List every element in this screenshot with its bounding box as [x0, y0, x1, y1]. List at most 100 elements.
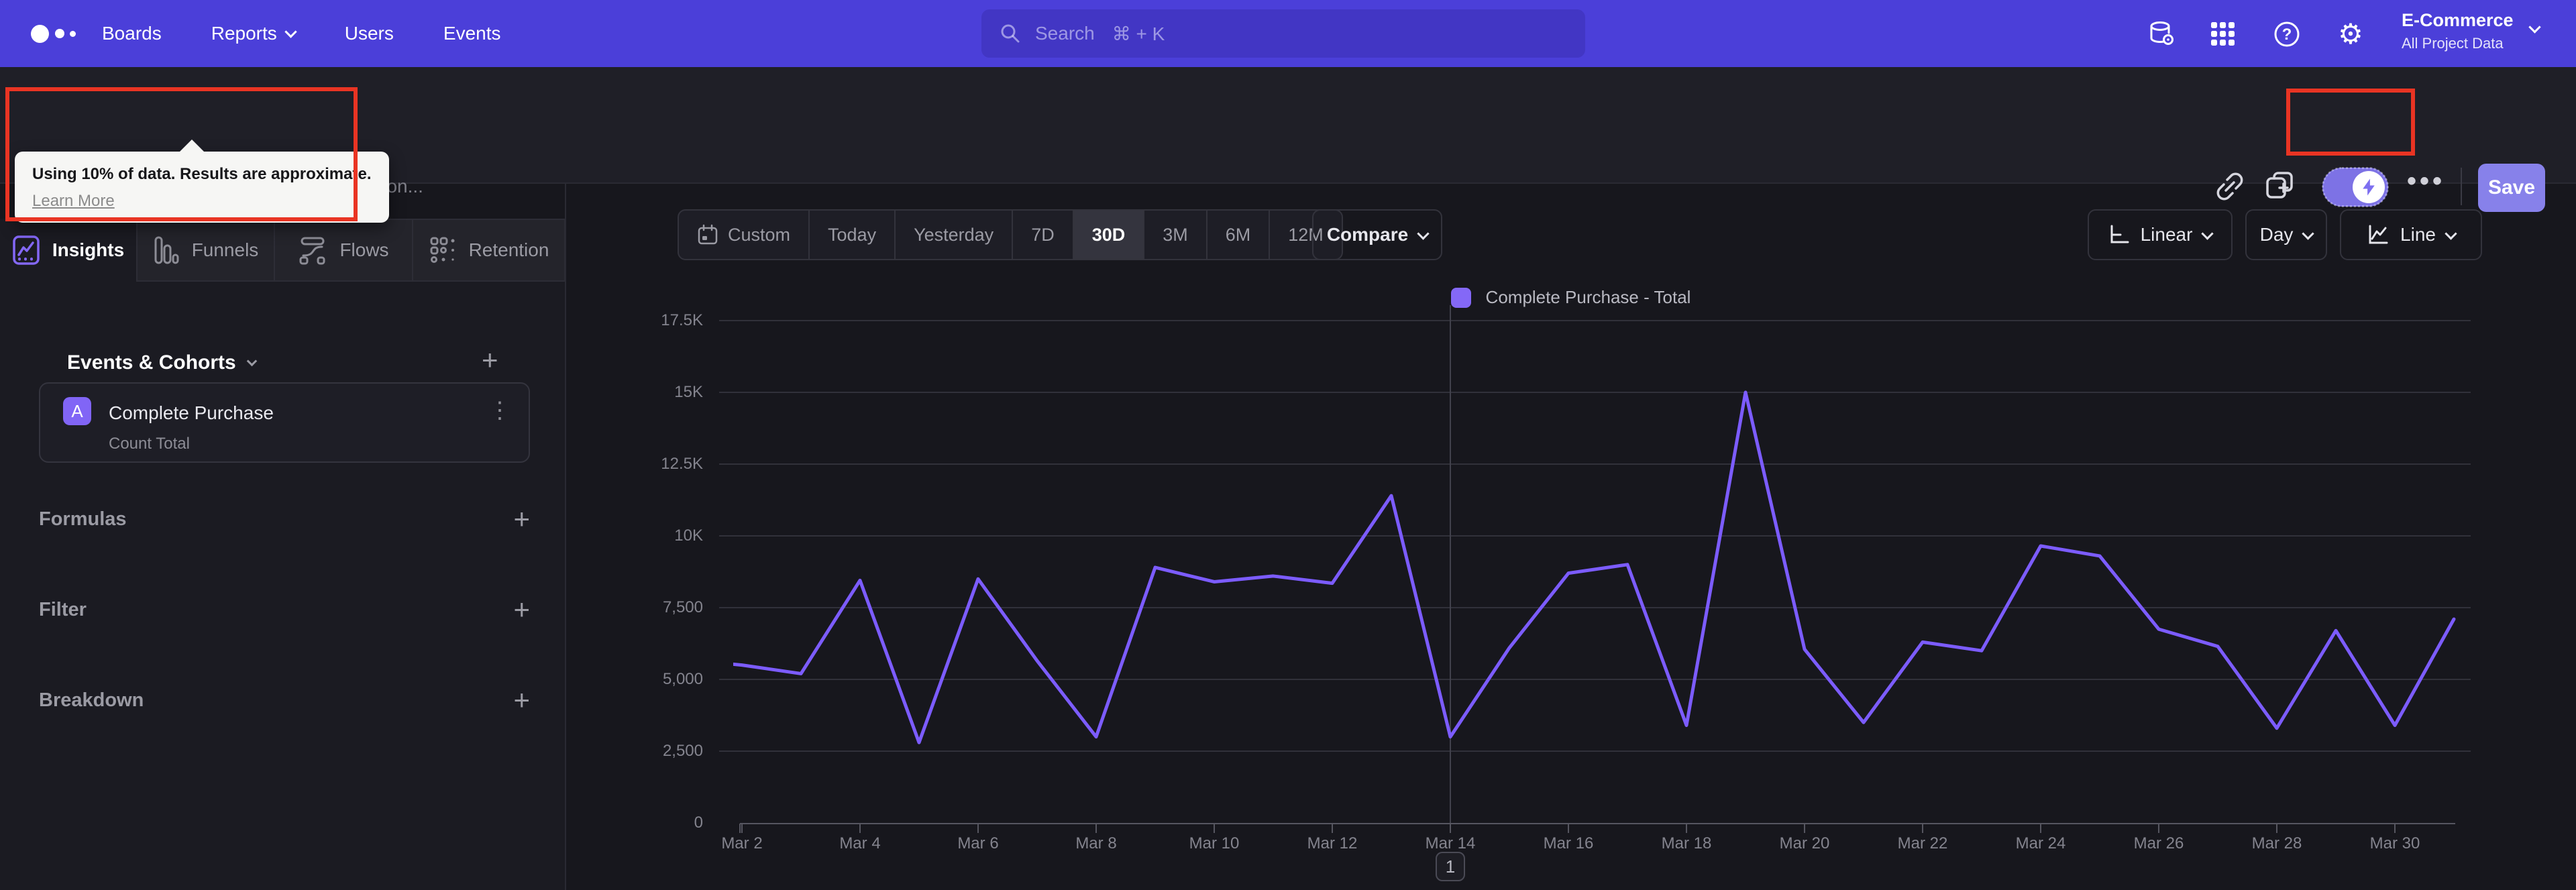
range-7d[interactable]: 7D	[1013, 211, 1074, 259]
settings-button[interactable]: ⚙	[2334, 18, 2367, 50]
range-label: Yesterday	[914, 224, 994, 245]
section-label: Formulas	[39, 508, 127, 530]
y-tick-label: 12.5K	[661, 455, 703, 473]
svg-text:?: ?	[2282, 25, 2292, 44]
range-3m[interactable]: 3M	[1144, 211, 1208, 259]
y-tick-label: 0	[694, 814, 703, 832]
learn-more-link[interactable]: Learn More	[32, 192, 115, 211]
chevron-down-icon	[2201, 227, 2214, 240]
copy-link-button[interactable]	[2212, 168, 2247, 205]
range-30d[interactable]: 30D	[1073, 211, 1145, 259]
x-tick-label: Mar 28	[2251, 834, 2302, 852]
add-formulas-button[interactable]: +	[513, 505, 530, 533]
x-tick-label: Mar 10	[1189, 834, 1240, 852]
legend-swatch	[1450, 287, 1471, 308]
events-cohorts-label: Events & Cohorts	[67, 351, 236, 374]
section-label: Breakdown	[39, 689, 144, 711]
range-6m[interactable]: 6M	[1208, 211, 1271, 259]
y-tick-label: 2,500	[662, 742, 703, 760]
add-event-button[interactable]: +	[482, 346, 498, 374]
chart-type-select[interactable]: Line	[2340, 209, 2482, 260]
range-label: 6M	[1225, 224, 1251, 245]
divider	[2461, 168, 2462, 205]
legend-item[interactable]: Complete Purchase - Total	[566, 287, 2576, 308]
search-placeholder: Search	[1035, 23, 1095, 44]
events-cohorts-header[interactable]: Events & Cohorts	[67, 351, 257, 374]
search-shortcut: ⌘ + K	[1112, 23, 1165, 44]
range-today[interactable]: Today	[810, 211, 896, 259]
chevron-down-icon	[2528, 21, 2541, 34]
add-filter-button[interactable]: +	[513, 596, 530, 624]
date-range-control: Custom Today Yesterday 7D 30D 3M 6M 12M	[678, 209, 1343, 260]
top-nav: Boards Reports Users Events Search ⌘ + K	[0, 0, 2576, 67]
save-button[interactable]: Save	[2478, 164, 2545, 212]
retention-icon	[429, 235, 457, 265]
search-input[interactable]: Search ⌘ + K	[981, 9, 1585, 58]
search-icon	[1001, 24, 1020, 43]
nav-item-label: Events	[443, 23, 501, 44]
annotation-badge[interactable]: 1	[1436, 852, 1465, 881]
help-button[interactable]: ?	[2271, 18, 2303, 50]
tooltip-text: Using 10% of data. Results are approxima…	[32, 165, 372, 183]
query-builder: Events & Cohorts + A Complete Purchase ⋮…	[0, 282, 566, 890]
x-axis	[739, 823, 2455, 833]
x-tick-label: Mar 6	[957, 834, 999, 852]
tab-retention[interactable]: Retention	[413, 219, 566, 282]
tab-label: Retention	[468, 239, 549, 260]
x-tick-label: Mar 24	[2015, 834, 2066, 852]
mixpanel-logo[interactable]	[31, 20, 105, 47]
sampling-toggle[interactable]	[2322, 167, 2389, 207]
section-label: Filter	[39, 598, 87, 620]
logo-dot-icon	[70, 31, 76, 37]
nav-item-reports[interactable]: Reports	[211, 23, 297, 44]
x-tick-label: Mar 2	[721, 834, 763, 852]
event-title: Complete Purchase	[109, 402, 274, 423]
scale-label: Linear	[2140, 224, 2193, 245]
nav-item-events[interactable]: Events	[443, 23, 501, 44]
event-card[interactable]: A Complete Purchase ⋮ Count Total	[39, 382, 530, 463]
nav-item-users[interactable]: Users	[345, 23, 394, 44]
section-breakdown: Breakdown +	[39, 684, 530, 716]
x-tick-label: Mar 8	[1075, 834, 1117, 852]
flows-icon	[298, 235, 327, 265]
nav-item-boards[interactable]: Boards	[102, 23, 162, 44]
insights-icon	[12, 235, 40, 266]
project-name: E-Commerce	[2402, 10, 2514, 30]
scale-select[interactable]: Linear	[2088, 209, 2233, 260]
interval-select[interactable]: Day	[2245, 209, 2327, 260]
range-custom[interactable]: Custom	[679, 211, 810, 259]
add-to-board-button[interactable]	[2262, 168, 2297, 205]
sampling-tooltip: Using 10% of data. Results are approxima…	[15, 140, 389, 223]
app-root: Boards Reports Users Events Search ⌘ + K	[0, 0, 2576, 890]
calendar-icon	[697, 224, 718, 245]
grid-icon	[2211, 22, 2235, 46]
gridlines	[719, 320, 2471, 752]
gear-icon: ⚙	[2338, 18, 2363, 50]
tab-flows[interactable]: Flows	[275, 219, 413, 282]
project-switcher[interactable]: E-Commerce All Project Data	[2402, 10, 2514, 52]
legend-label: Complete Purchase - Total	[1485, 287, 1691, 307]
tab-insights[interactable]: Insights	[0, 219, 138, 282]
kebab-menu-icon[interactable]: ⋮	[488, 397, 511, 424]
logo-dot-icon	[31, 25, 49, 43]
tab-funnels[interactable]: Funnels	[138, 219, 275, 282]
question-circle-icon: ?	[2274, 21, 2300, 47]
interval-label: Day	[2259, 224, 2294, 245]
tab-label: Insights	[52, 239, 125, 260]
add-breakdown-button[interactable]: +	[513, 686, 530, 714]
x-tick-label: Mar 14	[1425, 834, 1476, 852]
apps-button[interactable]	[2207, 18, 2239, 50]
event-aggregation[interactable]: Count Total	[109, 435, 190, 453]
range-yesterday[interactable]: Yesterday	[896, 211, 1014, 259]
range-label: 30D	[1091, 224, 1126, 245]
more-options-button[interactable]: •••	[2407, 166, 2445, 197]
series-line	[733, 390, 2456, 744]
line-chart-icon	[2369, 225, 2388, 244]
report-tabs: Insights Funnels Flows Retention	[0, 219, 566, 282]
link-icon	[2216, 172, 2243, 201]
section-filter: Filter +	[39, 594, 530, 626]
panel-divider	[565, 184, 566, 890]
x-tick-label: Mar 18	[1661, 834, 1712, 852]
data-management-button[interactable]	[2145, 18, 2178, 50]
compare-button[interactable]: Compare	[1312, 209, 1442, 260]
